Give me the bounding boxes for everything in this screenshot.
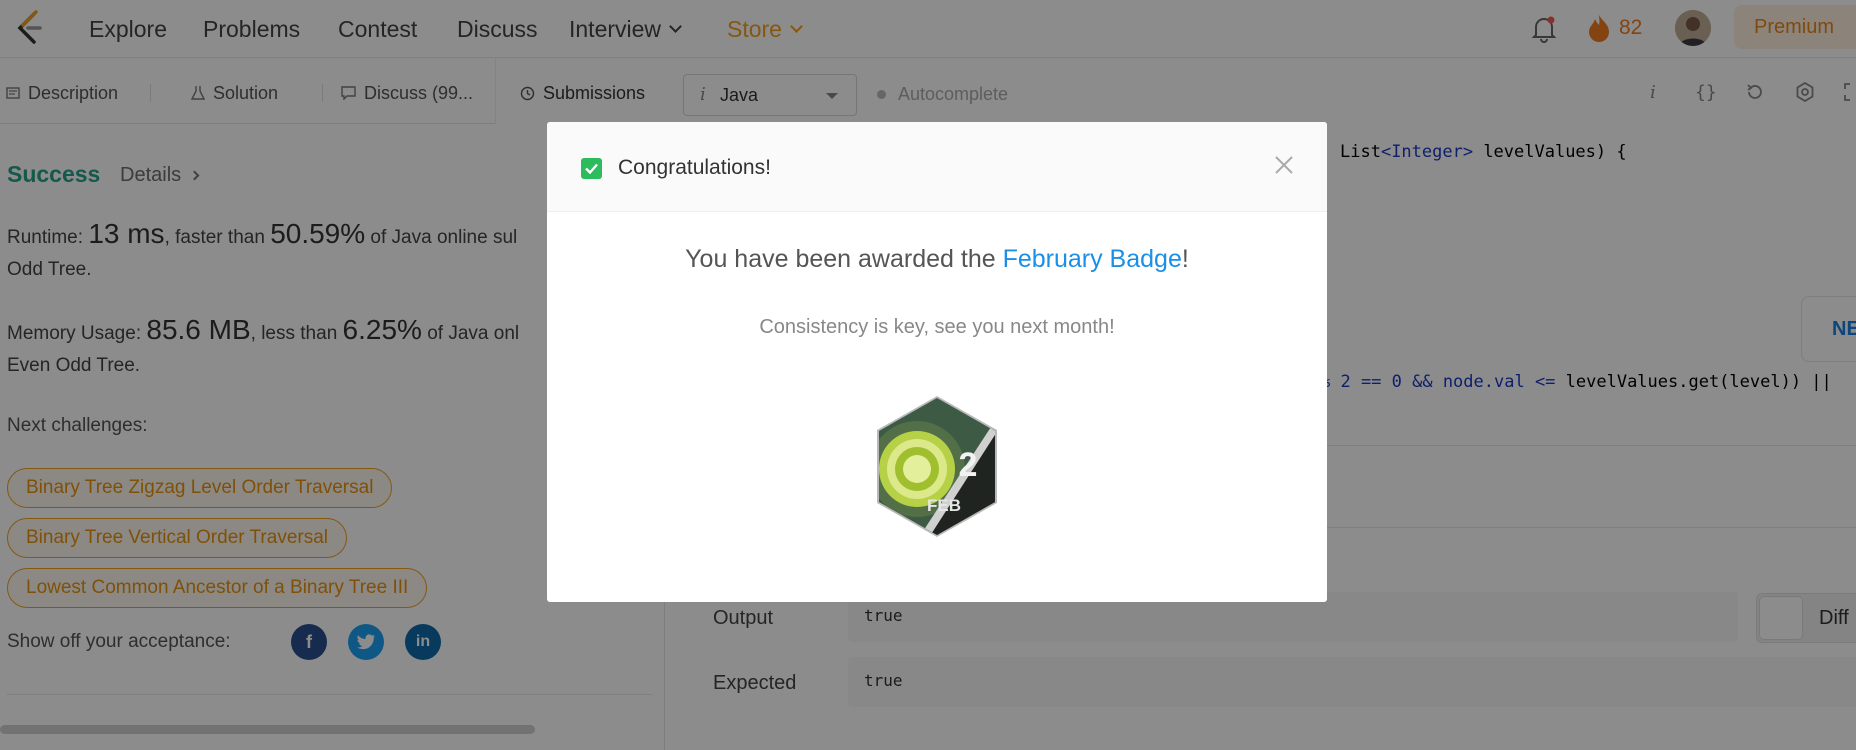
award-suffix: ! xyxy=(1181,245,1189,273)
motto-text: Consistency is key, see you next month! xyxy=(759,316,1115,338)
award-prefix: You have been awarded the xyxy=(685,245,1003,273)
february-badge-icon: 2 FEB xyxy=(872,394,1002,539)
close-icon[interactable] xyxy=(1269,150,1299,180)
badge-number: 2 xyxy=(959,446,978,484)
badge-month: FEB xyxy=(927,496,961,515)
checkbox-check-icon xyxy=(581,158,602,179)
modal-title: Congratulations! xyxy=(618,156,771,179)
award-message: You have been awarded the February Badge… xyxy=(547,245,1327,274)
badge-name-link[interactable]: February Badge xyxy=(1003,245,1182,273)
congratulations-modal: Congratulations! You have been awarded t… xyxy=(547,122,1327,602)
modal-header: Congratulations! xyxy=(547,122,1327,212)
